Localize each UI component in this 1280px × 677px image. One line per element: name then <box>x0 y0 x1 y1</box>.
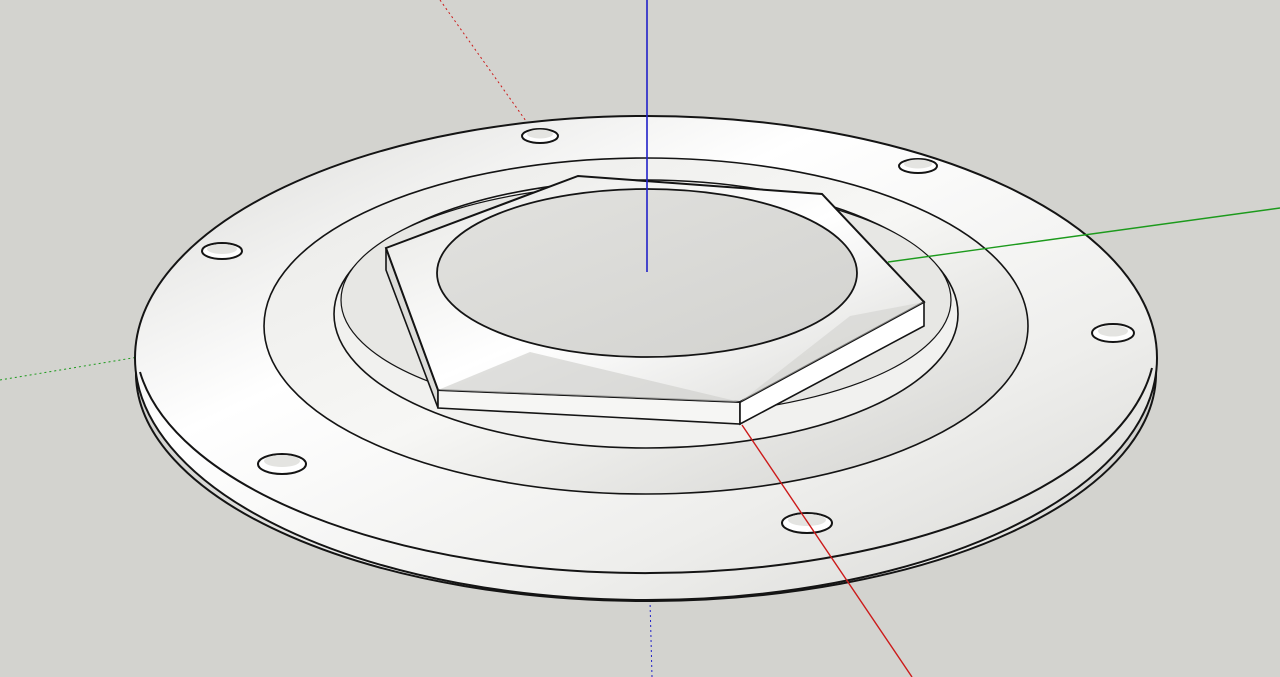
bolt-hole[interactable] <box>898 158 938 174</box>
bolt-hole[interactable] <box>781 512 833 534</box>
3d-scene[interactable] <box>0 0 1280 677</box>
bolt-hole[interactable] <box>201 242 243 260</box>
bolt-hole[interactable] <box>257 453 307 475</box>
modeling-viewport[interactable] <box>0 0 1280 677</box>
bolt-hole[interactable] <box>521 128 559 144</box>
flange-model[interactable] <box>134 115 1158 602</box>
bolt-hole[interactable] <box>1091 323 1135 343</box>
